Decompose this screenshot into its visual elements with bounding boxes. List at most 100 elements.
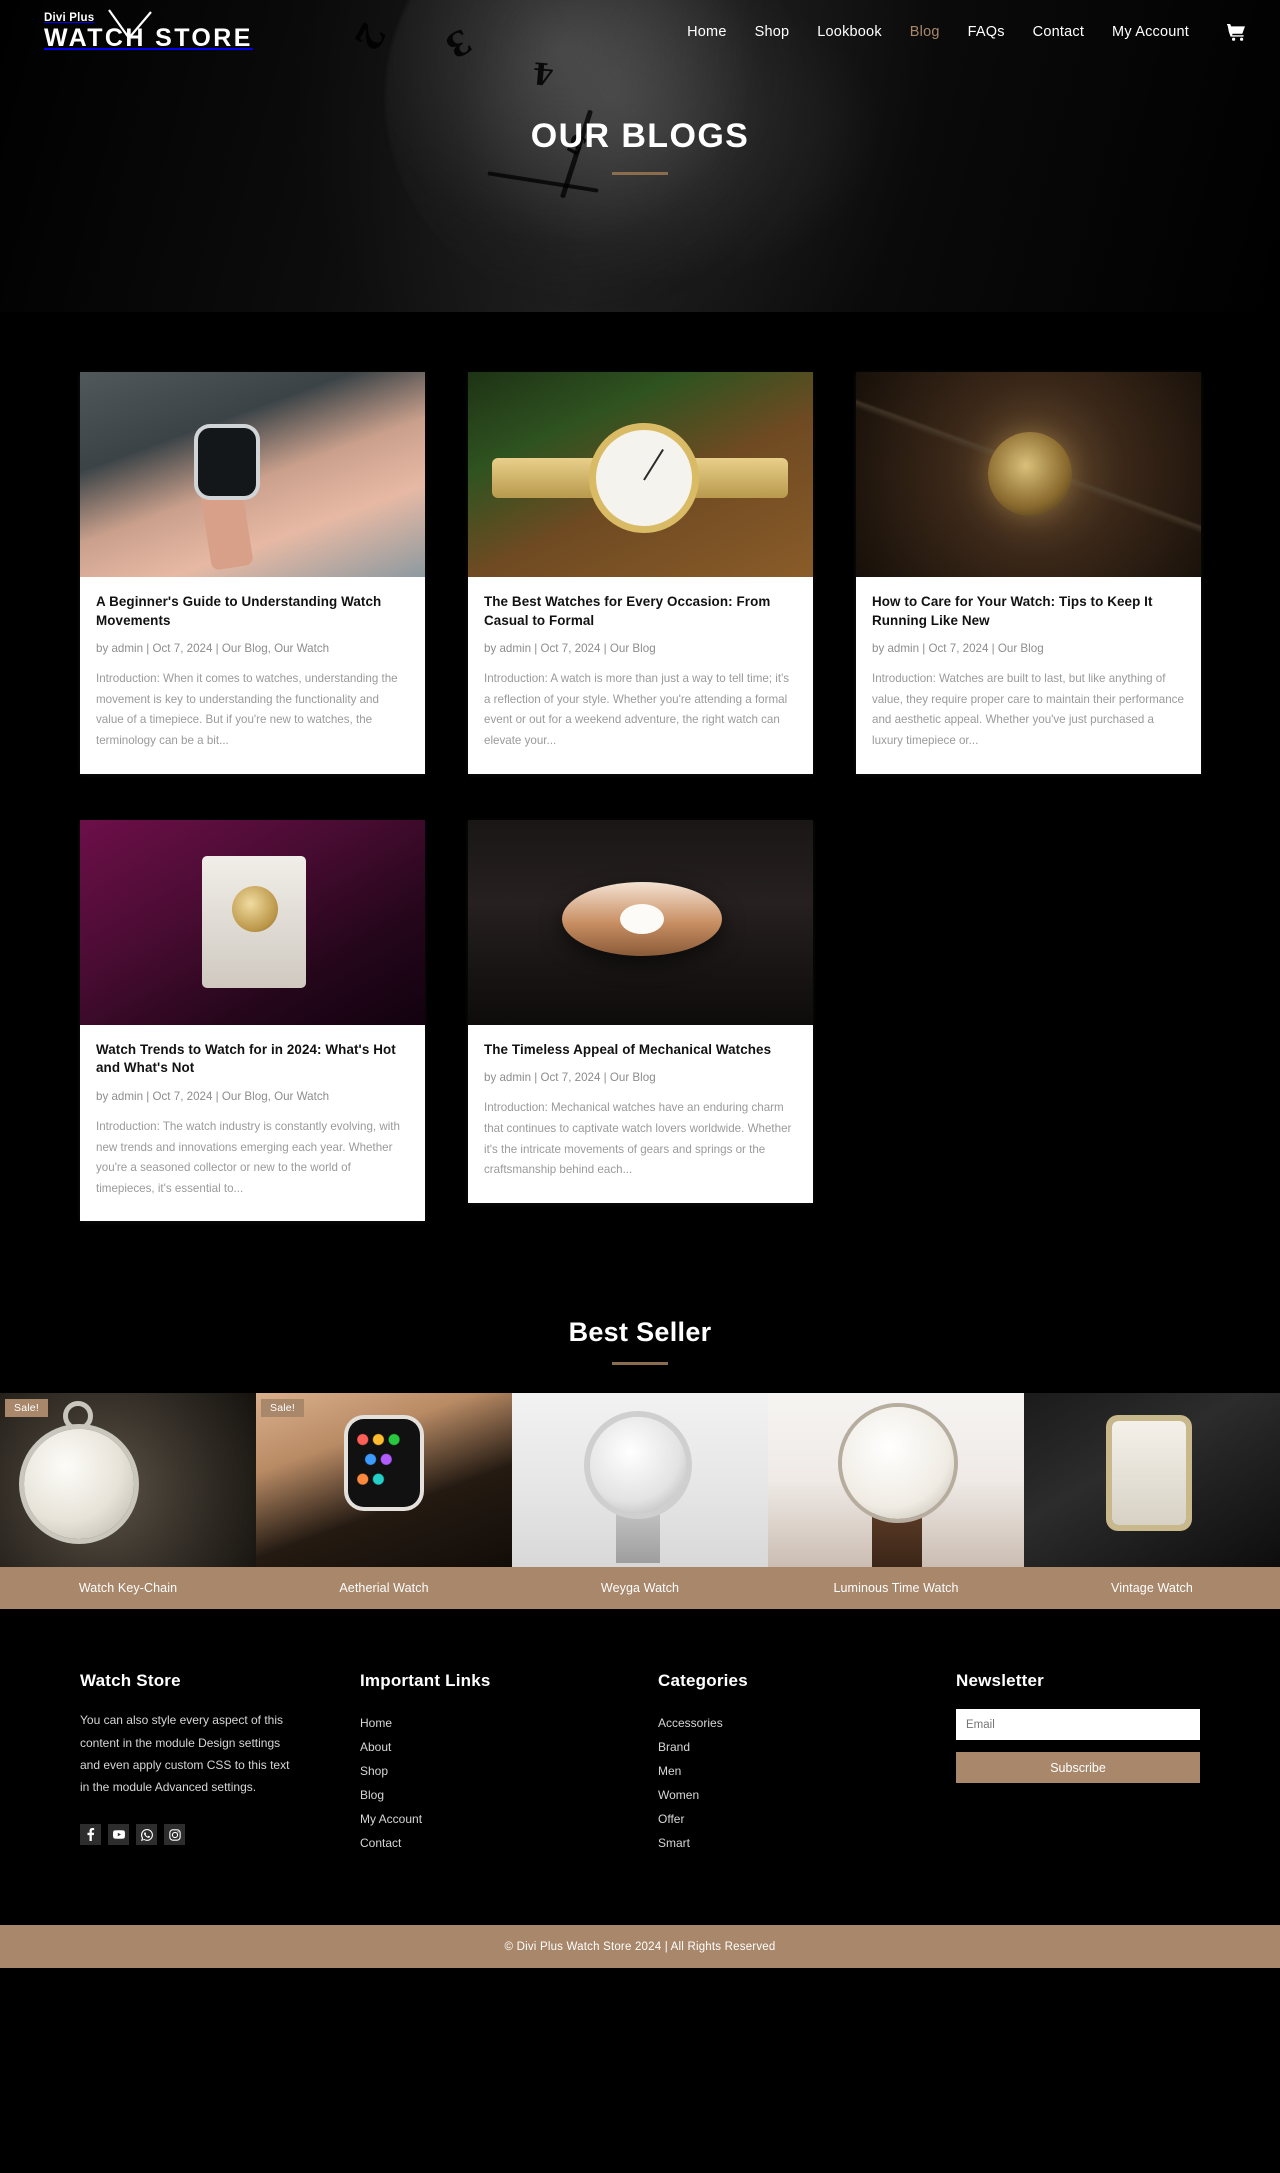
blog-post-meta: by admin | Oct 7, 2024 | Our Blog, Our W… bbox=[96, 642, 330, 655]
footer-heading-about: Watch Store bbox=[80, 1671, 181, 1691]
product-name-bar: Weyga Watch bbox=[512, 1567, 768, 1610]
nav-item-my-account[interactable]: My Account bbox=[1112, 24, 1189, 40]
footer-link-home[interactable]: Home bbox=[360, 1711, 658, 1735]
footer-category-brand[interactable]: Brand bbox=[658, 1735, 956, 1759]
blog-post-meta: by admin | Oct 7, 2024 | Our Blog bbox=[484, 1071, 656, 1085]
sale-badge: Sale! bbox=[261, 1399, 304, 1418]
product-carousel: Sale! Watch Key-Chain Sale! Aetherial Wa… bbox=[0, 1393, 1280, 1610]
copyright-text: © Divi Plus Watch Store 2024 | All Right… bbox=[504, 1940, 776, 1953]
blog-thumbnail[interactable] bbox=[856, 372, 1201, 577]
blog-post-title[interactable]: How to Care for Your Watch: Tips to Keep… bbox=[872, 593, 1185, 630]
product-name: Watch Key-Chain bbox=[78, 1581, 178, 1596]
blog-post-meta: by admin | Oct 7, 2024 | Our Blog bbox=[872, 642, 1044, 655]
product-name-bar: Vintage Watch bbox=[1024, 1567, 1280, 1610]
product-name-bar: Luminous Time Watch bbox=[768, 1567, 1024, 1610]
blog-post-excerpt: Introduction: A watch is more than just … bbox=[484, 672, 790, 748]
footer-categories-column: Categories Accessories Brand Men Women O… bbox=[658, 1671, 956, 1855]
subscribe-button[interactable]: Subscribe bbox=[956, 1752, 1200, 1784]
hero-content: OUR BLOGS bbox=[0, 64, 1280, 175]
footer-heading-newsletter: Newsletter bbox=[956, 1671, 1044, 1691]
product-card[interactable]: Sale! Aetherial Watch bbox=[256, 1393, 512, 1610]
section-title: Best Seller bbox=[568, 1317, 712, 1348]
blog-thumbnail[interactable] bbox=[468, 372, 813, 577]
hero-header: 2 3 4 5 Divi Plus WATCH STORE Home Shop … bbox=[0, 0, 1280, 312]
blog-thumbnail[interactable] bbox=[468, 819, 813, 1025]
footer-link-contact[interactable]: Contact bbox=[360, 1831, 658, 1855]
footer-heading-important-links: Important Links bbox=[360, 1671, 491, 1691]
nav-item-shop[interactable]: Shop bbox=[755, 24, 790, 40]
top-navigation-bar: Divi Plus WATCH STORE Home Shop Lookbook… bbox=[0, 0, 1280, 64]
footer-links-column: Important Links Home About Shop Blog My … bbox=[360, 1671, 658, 1855]
product-name-bar: Watch Key-Chain bbox=[0, 1567, 256, 1610]
blog-card[interactable]: The Best Watches for Every Occasion: Fro… bbox=[468, 372, 813, 774]
title-divider bbox=[612, 1362, 668, 1366]
blog-thumbnail[interactable] bbox=[80, 819, 425, 1025]
blog-post-meta: by admin | Oct 7, 2024 | Our Blog, Our W… bbox=[96, 1089, 330, 1103]
footer-category-women[interactable]: Women bbox=[658, 1783, 956, 1807]
product-card[interactable]: Vintage Watch bbox=[1024, 1393, 1280, 1610]
page-title: OUR BLOGS bbox=[530, 117, 750, 155]
blog-post-excerpt: Introduction: Watches are built to last,… bbox=[872, 672, 1184, 748]
footer-heading-categories: Categories bbox=[658, 1671, 748, 1691]
footer-link-about[interactable]: About bbox=[360, 1735, 658, 1759]
blog-post-title[interactable]: The Timeless Appeal of Mechanical Watche… bbox=[484, 1041, 797, 1060]
nav-item-contact[interactable]: Contact bbox=[1033, 24, 1084, 40]
product-image[interactable] bbox=[512, 1393, 768, 1568]
blog-post-title[interactable]: A Beginner's Guide to Understanding Watc… bbox=[96, 593, 409, 630]
blog-post-title[interactable]: Watch Trends to Watch for in 2024: What'… bbox=[96, 1041, 409, 1078]
footer-category-accessories[interactable]: Accessories bbox=[658, 1711, 956, 1735]
blog-post-excerpt: Introduction: When it comes to watches, … bbox=[96, 672, 398, 748]
blog-card[interactable]: A Beginner's Guide to Understanding Watc… bbox=[80, 372, 425, 774]
product-name: Luminous Time Watch bbox=[833, 1581, 959, 1596]
blog-card[interactable]: Watch Trends to Watch for in 2024: What'… bbox=[80, 819, 425, 1222]
nav-item-faqs[interactable]: FAQs bbox=[968, 24, 1005, 40]
blog-grid-section: A Beginner's Guide to Understanding Watc… bbox=[0, 312, 1280, 1282]
blog-row: Watch Trends to Watch for in 2024: What'… bbox=[80, 819, 1200, 1222]
site-footer: Watch Store You can also style every asp… bbox=[0, 1609, 1280, 1926]
nav-item-lookbook[interactable]: Lookbook bbox=[817, 24, 882, 40]
product-image[interactable]: Sale! bbox=[0, 1393, 256, 1568]
facebook-icon[interactable] bbox=[80, 1824, 101, 1846]
product-image[interactable] bbox=[1024, 1393, 1280, 1568]
instagram-icon[interactable] bbox=[164, 1824, 185, 1846]
nav-item-blog[interactable]: Blog bbox=[910, 24, 940, 40]
product-name: Aetherial Watch bbox=[339, 1581, 429, 1596]
title-divider bbox=[612, 172, 668, 175]
social-links bbox=[80, 1824, 360, 1846]
footer-about-text: You can also style every aspect of this … bbox=[80, 1713, 290, 1794]
newsletter-email-input[interactable] bbox=[956, 1709, 1200, 1741]
whatsapp-icon[interactable] bbox=[136, 1824, 157, 1846]
best-seller-section: Best Seller Sale! Watch Key-Chain Sale! … bbox=[0, 1281, 1280, 1610]
blog-post-excerpt: Introduction: The watch industry is cons… bbox=[96, 1119, 400, 1195]
blog-post-excerpt: Introduction: Mechanical watches have an… bbox=[484, 1101, 792, 1177]
copyright-bar: © Divi Plus Watch Store 2024 | All Right… bbox=[0, 1925, 1280, 1969]
footer-link-blog[interactable]: Blog bbox=[360, 1783, 658, 1807]
product-name: Weyga Watch bbox=[600, 1581, 680, 1596]
footer-category-men[interactable]: Men bbox=[658, 1759, 956, 1783]
blog-thumbnail[interactable] bbox=[80, 372, 425, 577]
blog-post-title[interactable]: The Best Watches for Every Occasion: Fro… bbox=[484, 593, 797, 630]
product-name-bar: Aetherial Watch bbox=[256, 1567, 512, 1610]
blog-card[interactable]: How to Care for Your Watch: Tips to Keep… bbox=[856, 372, 1201, 774]
footer-link-shop[interactable]: Shop bbox=[360, 1759, 658, 1783]
shopping-cart-icon[interactable] bbox=[1227, 23, 1246, 41]
footer-about-column: Watch Store You can also style every asp… bbox=[80, 1671, 360, 1855]
blog-post-meta: by admin | Oct 7, 2024 | Our Blog bbox=[484, 642, 656, 655]
product-card[interactable]: Weyga Watch bbox=[512, 1393, 768, 1610]
footer-newsletter-column: Newsletter Subscribe bbox=[956, 1671, 1200, 1855]
site-logo[interactable]: Divi Plus WATCH STORE bbox=[44, 9, 253, 52]
footer-category-smart[interactable]: Smart bbox=[658, 1831, 956, 1855]
logo-title: WATCH STORE bbox=[44, 23, 253, 52]
blog-card[interactable]: The Timeless Appeal of Mechanical Watche… bbox=[468, 819, 813, 1203]
sale-badge: Sale! bbox=[5, 1399, 48, 1418]
footer-link-my-account[interactable]: My Account bbox=[360, 1807, 658, 1831]
product-image[interactable]: Sale! bbox=[256, 1393, 512, 1568]
nav-item-home[interactable]: Home bbox=[687, 24, 726, 40]
footer-category-offer[interactable]: Offer bbox=[658, 1807, 956, 1831]
youtube-icon[interactable] bbox=[108, 1824, 129, 1846]
product-card[interactable]: Luminous Time Watch bbox=[768, 1393, 1024, 1610]
product-name: Vintage Watch bbox=[1111, 1581, 1193, 1596]
blog-row: A Beginner's Guide to Understanding Watc… bbox=[80, 372, 1201, 774]
product-image[interactable] bbox=[768, 1393, 1024, 1568]
product-card[interactable]: Sale! Watch Key-Chain bbox=[0, 1393, 256, 1610]
